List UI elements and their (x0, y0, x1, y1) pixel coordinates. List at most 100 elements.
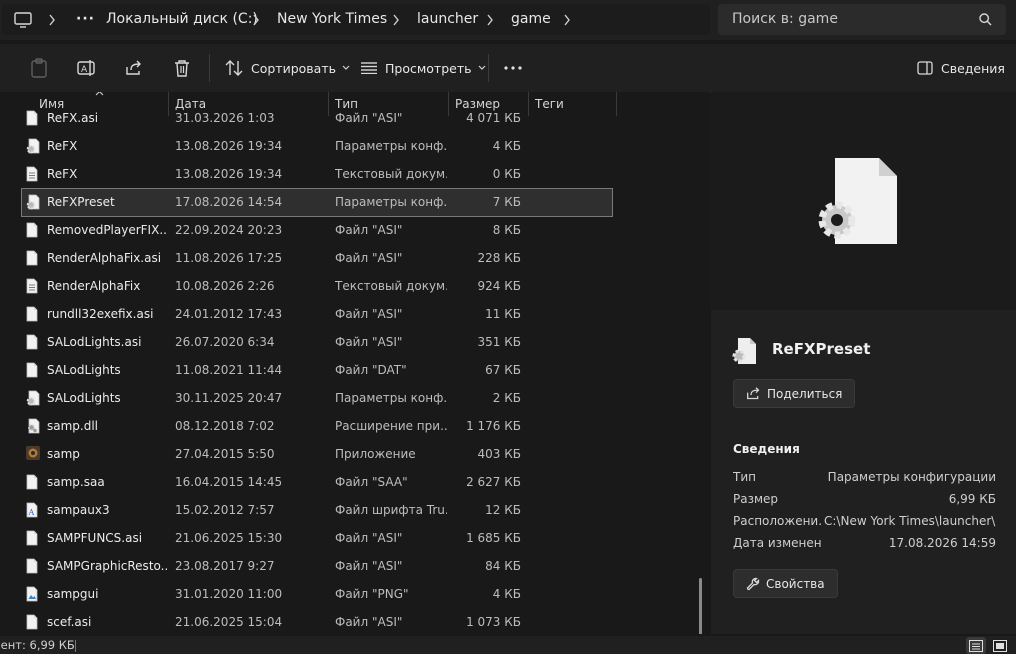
file-row[interactable]: ReFX 13.08.2026 19:34 Параметры конф... 4 К… (22, 133, 612, 160)
tiles-view-icon (993, 639, 1007, 652)
chevron-right-icon[interactable] (392, 4, 400, 35)
file-name: SAMPGraphicResto... (47, 559, 167, 573)
generic-file-icon (26, 110, 38, 126)
search-input[interactable]: Поиск в: game (732, 4, 838, 35)
paste-button[interactable] (30, 44, 48, 92)
more-breadcrumbs-icon[interactable]: ··· (76, 4, 95, 35)
file-type: Файл "SAA" (335, 475, 408, 489)
file-row[interactable]: SALodLights 30.11.2025 20:47 Параметры кон… (22, 385, 612, 412)
share-button[interactable] (125, 44, 143, 92)
image-file-icon (26, 586, 38, 602)
file-date: 11.08.2021 11:44 (175, 363, 283, 377)
file-row-selected[interactable]: ReFXPreset 17.08.2026 14:54 Параметры конф… (21, 188, 613, 217)
file-type: Файл "ASI" (335, 559, 403, 573)
file-row[interactable]: ReFX 13.08.2026 19:34 Текстовый докум... 0 … (22, 161, 612, 188)
file-name: ReFXPreset (47, 195, 115, 209)
address-bar[interactable]: ··· Локальный диск (C:) New York Times l… (2, 4, 710, 35)
file-type: Файл "ASI" (335, 223, 403, 237)
file-row[interactable]: SAMPGraphicResto... 23.08.2017 9:27 Файл "… (22, 553, 612, 580)
large-icons-view-button[interactable] (990, 637, 1010, 654)
properties-label: Свойства (766, 576, 825, 591)
chevron-right-icon[interactable] (563, 4, 571, 35)
file-type: Файл "ASI" (335, 335, 403, 349)
share-icon (746, 386, 761, 401)
file-date: 21.06.2025 15:30 (175, 531, 283, 545)
chevron-down-icon (478, 65, 486, 71)
file-row[interactable]: rundll32exefix.asi 24.01.2012 17:43 Файл "… (22, 301, 612, 328)
file-row[interactable]: sampgui 31.01.2020 11:00 Файл "PNG" 4 КБ (22, 581, 612, 608)
file-type: Файл "DAT" (335, 363, 407, 377)
file-row[interactable]: samp 27.04.2015 5:50 Приложение 403 КБ (22, 441, 612, 468)
file-row[interactable]: Asampaux3 15.02.2012 7:57 Файл шрифта Tru.… (22, 497, 612, 524)
file-row[interactable]: RemovedPlayerFIX.... 22.09.2024 20:23 Файл… (22, 217, 612, 244)
file-name: samp.saa (47, 475, 105, 489)
file-size: 12 КБ (485, 503, 521, 517)
file-name: RenderAlphaFix.asi (47, 251, 162, 265)
file-row[interactable]: samp.saa 16.04.2015 14:45 Файл "SAA" 2 627 … (22, 469, 612, 496)
scrollbar-thumb[interactable] (699, 578, 702, 634)
chevron-right-icon[interactable] (48, 4, 56, 35)
breadcrumb-item-new-york-times[interactable]: New York Times (277, 4, 387, 35)
settings-file-icon (26, 194, 40, 210)
detail-value: Параметры конфигурации (827, 470, 996, 484)
file-name: SALodLights (47, 363, 121, 377)
generic-file-icon (26, 558, 38, 574)
monitor-icon[interactable] (14, 4, 32, 35)
file-type: Файл "ASI" (335, 307, 403, 321)
file-date: 26.07.2020 6:34 (175, 335, 275, 349)
details-pane-icon (917, 61, 933, 75)
settings-file-icon (26, 390, 40, 406)
share-icon (125, 59, 143, 77)
file-row[interactable]: SAMPFUNCS.asi 21.06.2025 15:30 Файл "ASI" 1… (22, 525, 612, 552)
file-type: Файл "ASI" (335, 531, 403, 545)
settings-file-icon (26, 138, 40, 154)
file-row[interactable]: RenderAlphaFix.asi 11.08.2026 17:25 Файл "… (22, 245, 612, 272)
generic-file-icon (26, 222, 38, 238)
dll-file-icon (26, 418, 40, 434)
file-date: 31.03.2026 1:03 (175, 111, 275, 125)
chevron-right-icon[interactable] (252, 4, 260, 35)
properties-button[interactable]: Свойства (733, 569, 838, 598)
details-label: Сведения (941, 60, 1005, 76)
text-file-icon (26, 278, 38, 294)
breadcrumb-item-drive[interactable]: Локальный диск (C:) (106, 4, 258, 35)
file-type: Файл "ASI" (335, 251, 403, 265)
share-button[interactable]: Поделиться (733, 379, 856, 408)
file-size: 228 КБ (477, 251, 521, 265)
file-size: 1 685 КБ (466, 531, 521, 545)
trash-icon (174, 59, 190, 77)
file-row[interactable]: samp.dll 08.12.2018 7:02 Расширение при...… (22, 413, 612, 440)
breadcrumb-item-launcher[interactable]: launcher (417, 4, 478, 35)
file-row[interactable]: ReFX.asi 31.03.2026 1:03 Файл "ASI" 4 071 К… (22, 105, 612, 132)
detail-value: 6,99 КБ (948, 492, 996, 506)
file-name: RenderAlphaFix (47, 279, 141, 293)
address-bar-row: ··· Локальный диск (C:) New York Times l… (0, 0, 1016, 40)
file-date: 13.08.2026 19:34 (175, 139, 283, 153)
details-pane-button[interactable]: Сведения (917, 44, 1005, 92)
file-row[interactable]: scef.asi 21.06.2025 15:04 Файл "ASI" 1 073 … (22, 609, 612, 634)
view-button[interactable]: Просмотреть (361, 44, 486, 92)
rename-button[interactable]: A (77, 44, 97, 92)
status-divider (75, 640, 76, 652)
file-size: 0 КБ (492, 167, 521, 181)
details-view-button[interactable] (966, 637, 986, 654)
settings-file-preview-icon (815, 156, 905, 252)
file-date: 10.08.2026 2:26 (175, 279, 275, 293)
file-size: 7 КБ (492, 195, 521, 209)
column-divider[interactable] (616, 92, 617, 116)
sort-button[interactable]: Сортировать (225, 44, 350, 92)
delete-button[interactable] (174, 44, 190, 92)
search-box[interactable]: Поиск в: game (718, 4, 1006, 35)
breadcrumb-item-game[interactable]: game (511, 4, 551, 35)
details-file-name: ReFXPreset (772, 340, 871, 358)
file-date: 23.08.2017 9:27 (175, 559, 275, 573)
file-date: 15.02.2012 7:57 (175, 503, 275, 517)
file-row[interactable]: SALodLights 11.08.2021 11:44 Файл "DAT" 67 … (22, 357, 612, 384)
file-type: Файл "ASI" (335, 615, 403, 629)
more-options-button[interactable] (504, 44, 522, 92)
file-row[interactable]: SALodLights.asi 26.07.2020 6:34 Файл "ASI"… (22, 329, 612, 356)
file-row[interactable]: RenderAlphaFix 10.08.2026 2:26 Текстовый д… (22, 273, 612, 300)
file-date: 24.01.2012 17:43 (175, 307, 283, 321)
chevron-right-icon[interactable] (486, 4, 494, 35)
search-icon[interactable] (979, 13, 992, 26)
